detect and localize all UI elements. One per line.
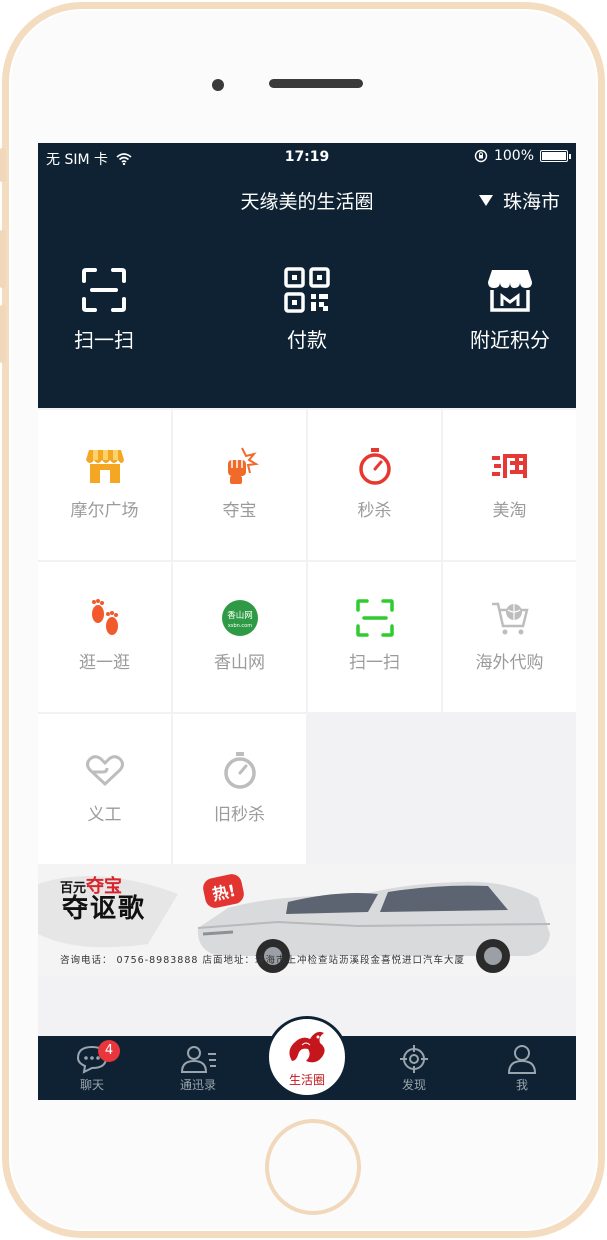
promo-banner[interactable]: 百元夺宝 夺讴歌 热! 咨询电话： 0756-8983888 店面地址：珠海市上… (38, 864, 576, 976)
heart-hand-icon (85, 755, 124, 787)
grid-item-label: 摩尔广场 (70, 501, 139, 521)
tab-me[interactable]: 我 (482, 1036, 562, 1100)
tab-contacts[interactable]: 通迅录 (158, 1036, 238, 1100)
side-button (0, 148, 6, 182)
quick-scan-button[interactable]: 扫一扫 (38, 266, 174, 353)
tao-icon (491, 454, 527, 478)
qr-code-icon (284, 267, 330, 313)
quick-pay-button[interactable]: 付款 (237, 266, 377, 353)
battery-percent: 100% (493, 148, 534, 164)
banner-contact-info: 咨询电话： 0756-8983888 店面地址：珠海市上冲检查站沥溪段金喜悦进口… (60, 955, 465, 966)
status-right: 100% (474, 148, 571, 164)
unread-badge: 4 (98, 1040, 120, 1062)
stopwatch-icon (223, 752, 256, 789)
tab-discover[interactable]: 发现 (374, 1036, 454, 1100)
quick-pay-label: 付款 (287, 328, 327, 352)
grid-item-volunteer[interactable]: 义工 (38, 714, 171, 864)
tab-me-label: 我 (515, 1078, 528, 1092)
user-icon (507, 1045, 537, 1074)
store-icon (488, 270, 532, 312)
fist-icon (227, 447, 259, 484)
volume-up-button (0, 230, 6, 288)
feature-grid: 摩尔广场 夺宝 秒杀 美淘 逛一逛 香山网 xsbn.com 香山网 扫一扫 海… (38, 408, 576, 864)
grid-item-label: 扫一扫 (349, 653, 400, 673)
quick-actions-panel: 扫一扫 付款 附近积分 (38, 226, 576, 408)
xiangshan-logo-icon: 香山网 xsbn.com (221, 600, 258, 636)
battery-icon (540, 150, 571, 162)
grid-item-label: 海外代购 (475, 653, 544, 673)
top-header: 天缘美的生活圈 珠海市 (38, 171, 576, 226)
stopwatch-icon (358, 448, 391, 485)
banner-headline: 夺讴歌 (62, 894, 147, 924)
speaker-grille (269, 79, 363, 88)
orientation-lock-icon (474, 149, 488, 163)
tab-chat-label: 聊天 (79, 1078, 104, 1092)
home-button[interactable] (265, 1119, 361, 1215)
app-screen: 无 SIM 卡 17:19 100% 天缘美的生活圈 珠海市 扫一扫 付款 附近… (38, 143, 576, 1100)
target-icon (400, 1045, 428, 1073)
tab-discover-label: 发现 (401, 1078, 426, 1092)
scan-icon (355, 599, 394, 637)
tab-life-circle[interactable]: 生活圈 (266, 1016, 348, 1098)
dragon-logo-icon (289, 1031, 325, 1063)
grid-item-miaosha[interactable]: 秒杀 (308, 410, 441, 560)
grid-item-label: 逛一逛 (79, 653, 130, 673)
shop-icon (85, 450, 124, 483)
grid-item-label: 美淘 (492, 501, 527, 521)
grid-item-label: 秒杀 (357, 501, 392, 521)
grid-item-old-miaosha[interactable]: 旧秒杀 (173, 714, 306, 864)
volume-down-button (0, 305, 6, 363)
quick-scan-label: 扫一扫 (74, 328, 134, 352)
grid-item-moer-plaza[interactable]: 摩尔广场 (38, 410, 171, 560)
cart-globe-icon (491, 602, 529, 635)
quick-nearby-points-button[interactable]: 附近积分 (440, 266, 576, 353)
footprints-icon (91, 599, 118, 635)
scan-icon (82, 268, 126, 312)
status-bar: 无 SIM 卡 17:19 100% (38, 143, 576, 171)
grid-item-label: 旧秒杀 (214, 805, 265, 825)
tab-contacts-label: 通迅录 (179, 1078, 216, 1092)
quick-nearby-points-label: 附近积分 (470, 328, 550, 352)
grid-item-meitao[interactable]: 美淘 (443, 410, 576, 560)
tab-chat[interactable]: 聊天 4 (52, 1036, 132, 1100)
grid-item-overseas-purchase[interactable]: 海外代购 (443, 562, 576, 712)
grid-item-label: 香山网 (214, 653, 265, 673)
caret-down-icon (478, 195, 493, 206)
grid-item-scan[interactable]: 扫一扫 (308, 562, 441, 712)
city-selector[interactable]: 珠海市 (478, 187, 560, 214)
grid-item-label: 义工 (87, 805, 122, 825)
grid-item-label: 夺宝 (222, 501, 257, 521)
svg-text:xsbn.com: xsbn.com (227, 623, 251, 629)
grid-item-duobao[interactable]: 夺宝 (173, 410, 306, 560)
tab-life-circle-label: 生活圈 (288, 1073, 325, 1087)
grid-item-browse[interactable]: 逛一逛 (38, 562, 171, 712)
grid-item-xiangshan[interactable]: 香山网 xsbn.com 香山网 (173, 562, 306, 712)
city-label: 珠海市 (502, 191, 560, 213)
front-camera (212, 79, 224, 91)
contacts-icon (180, 1046, 216, 1073)
svg-text:香山网: 香山网 (227, 610, 253, 621)
